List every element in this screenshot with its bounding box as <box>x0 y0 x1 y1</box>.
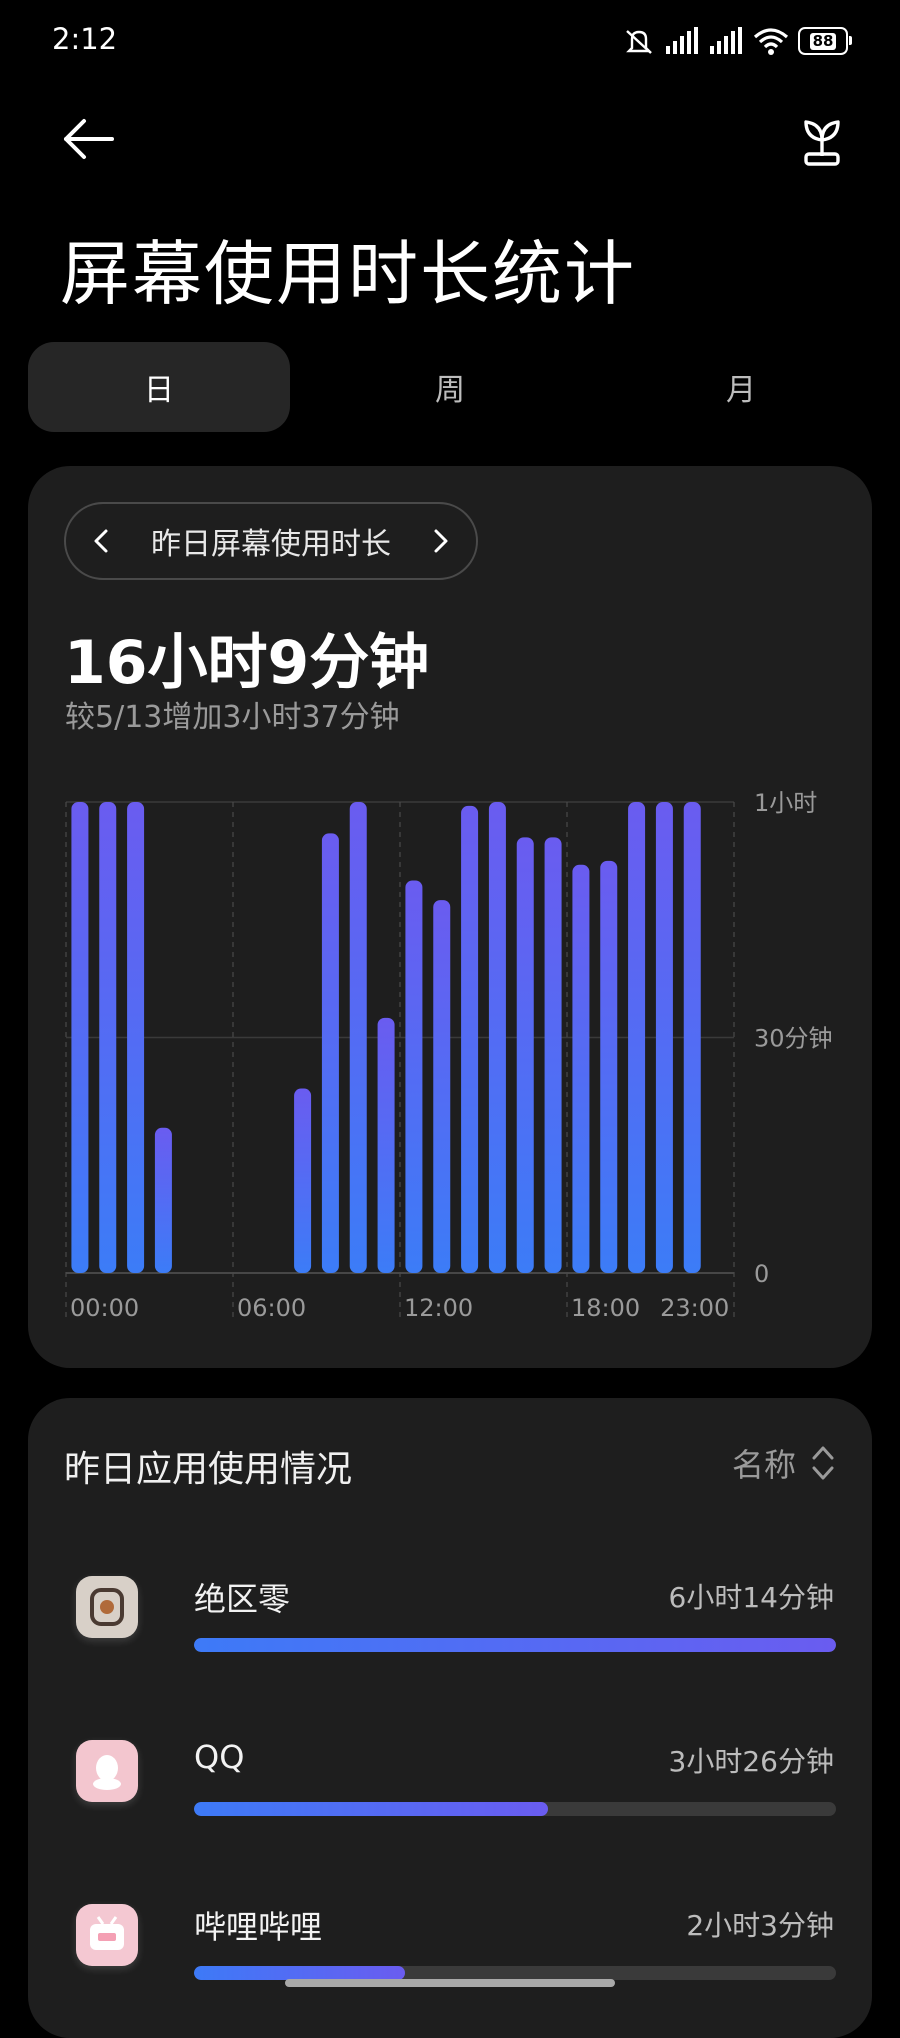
qq-app-icon <box>76 1740 138 1802</box>
x-tick-label: 00:00 <box>70 1294 139 1322</box>
usage-bar-hour-1[interactable] <box>99 802 117 1273</box>
bilibili-app-icon <box>76 1904 138 1966</box>
home-indicator[interactable] <box>285 1979 615 1987</box>
back-button[interactable] <box>58 110 118 170</box>
usage-bar-hour-21[interactable] <box>655 802 673 1273</box>
usage-bar-track <box>194 1638 836 1652</box>
tab-day[interactable]: 日 <box>28 342 290 432</box>
y-tick-label: 0 <box>754 1260 769 1288</box>
usage-bar-hour-13[interactable] <box>433 900 451 1273</box>
sort-label: 名称 <box>731 1446 796 1484</box>
usage-bar-hour-11[interactable] <box>377 1017 395 1273</box>
app-row[interactable]: 哔哩哔哩 2小时3分钟 <box>28 1890 872 2020</box>
usage-bar-hour-8[interactable] <box>294 1088 312 1273</box>
status-time: 2:12 <box>52 22 118 56</box>
app-usage-card: 昨日应用使用情况 名称 绝区零 6小时14分钟 QQ 3小时26分钟 哔哩哔哩 … <box>28 1398 872 2038</box>
y-tick-label: 1小时 <box>754 789 817 817</box>
signal-icon-1 <box>666 27 698 54</box>
usage-bar-hour-10[interactable] <box>349 802 367 1273</box>
usage-bar-hour-16[interactable] <box>516 837 534 1273</box>
total-screen-time: 16小时9分钟 <box>64 628 430 698</box>
qq-penguin-icon <box>93 1755 121 1790</box>
x-tick-label: 12:00 <box>404 1294 473 1322</box>
usage-bar-hour-2[interactable] <box>127 802 145 1273</box>
usage-summary-card: 昨日屏幕使用时长 16小时9分钟 较5/13增加3小时37分钟 1小时 30分钟 0… <box>28 466 872 1368</box>
usage-bar-hour-19[interactable] <box>600 860 618 1273</box>
plant-button[interactable] <box>792 110 852 170</box>
arrow-left-icon <box>64 119 114 159</box>
usage-bar-fill <box>194 1638 836 1652</box>
usage-bar-track <box>194 1802 836 1816</box>
hourly-usage-chart: 1小时 30分钟 0 00:00 06:00 12:00 18:00 23:00 <box>65 789 833 1322</box>
app-time: 2小时3分钟 <box>686 1909 834 1942</box>
previous-day-button[interactable] <box>66 504 136 578</box>
app-row[interactable]: QQ 3小时26分钟 <box>28 1726 872 1856</box>
app-name: 哔哩哔哩 <box>194 1908 323 1946</box>
app-time: 3小时26分钟 <box>668 1745 834 1778</box>
sprout-icon <box>804 120 840 166</box>
usage-bar-fill <box>194 1802 548 1816</box>
usage-bar-hour-18[interactable] <box>572 864 590 1273</box>
next-day-button[interactable] <box>406 504 476 578</box>
usage-bar-hour-15[interactable] <box>488 802 506 1273</box>
usage-bar-hour-17[interactable] <box>544 837 562 1273</box>
battery-icon: 88 <box>798 27 852 55</box>
usage-bar-hour-9[interactable] <box>321 833 339 1273</box>
usage-bar-hour-3[interactable] <box>154 1127 172 1273</box>
tab-week[interactable]: 周 <box>319 342 581 432</box>
zzz-logo-icon <box>90 1588 124 1626</box>
usage-bar-hour-14[interactable] <box>461 805 479 1273</box>
tab-month[interactable]: 月 <box>610 342 872 432</box>
mute-icon <box>626 30 652 54</box>
page-title: 屏幕使用时长统计 <box>60 233 636 315</box>
period-tabs: 日 周 月 <box>28 342 872 432</box>
usage-bar-fill <box>194 1966 406 1980</box>
bilibili-tv-icon <box>90 1916 124 1950</box>
app-name: 绝区零 <box>194 1580 291 1618</box>
signal-icon-2 <box>710 27 742 54</box>
chevron-left-icon <box>94 529 108 553</box>
x-tick-label: 23:00 <box>660 1294 729 1322</box>
x-tick-label: 18:00 <box>571 1294 640 1322</box>
usage-bar-hour-12[interactable] <box>405 880 423 1274</box>
x-tick-label: 06:00 <box>237 1294 306 1322</box>
date-selector: 昨日屏幕使用时长 <box>64 502 478 580</box>
app-usage-title: 昨日应用使用情况 <box>64 1449 353 1490</box>
usage-bar-hour-0[interactable] <box>71 802 89 1273</box>
usage-bar-hour-20[interactable] <box>628 802 646 1273</box>
sort-button[interactable]: 名称 <box>732 1440 836 1486</box>
usage-bar-track <box>194 1966 836 1980</box>
sort-chevrons-icon <box>812 1446 834 1480</box>
status-icons: 88 <box>622 24 852 58</box>
zzz-app-icon <box>76 1576 138 1638</box>
comparison-text: 较5/13增加3小时37分钟 <box>65 700 400 735</box>
battery-level: 88 <box>809 32 837 50</box>
wifi-icon <box>753 28 789 55</box>
app-name: QQ <box>194 1738 245 1776</box>
date-selector-label: 昨日屏幕使用时长 <box>151 527 391 562</box>
chevron-right-icon <box>434 529 448 553</box>
usage-bar-hour-22[interactable] <box>683 802 701 1273</box>
y-tick-label: 30分钟 <box>754 1025 833 1053</box>
app-row[interactable]: 绝区零 6小时14分钟 <box>28 1562 872 1692</box>
app-time: 6小时14分钟 <box>668 1581 834 1614</box>
